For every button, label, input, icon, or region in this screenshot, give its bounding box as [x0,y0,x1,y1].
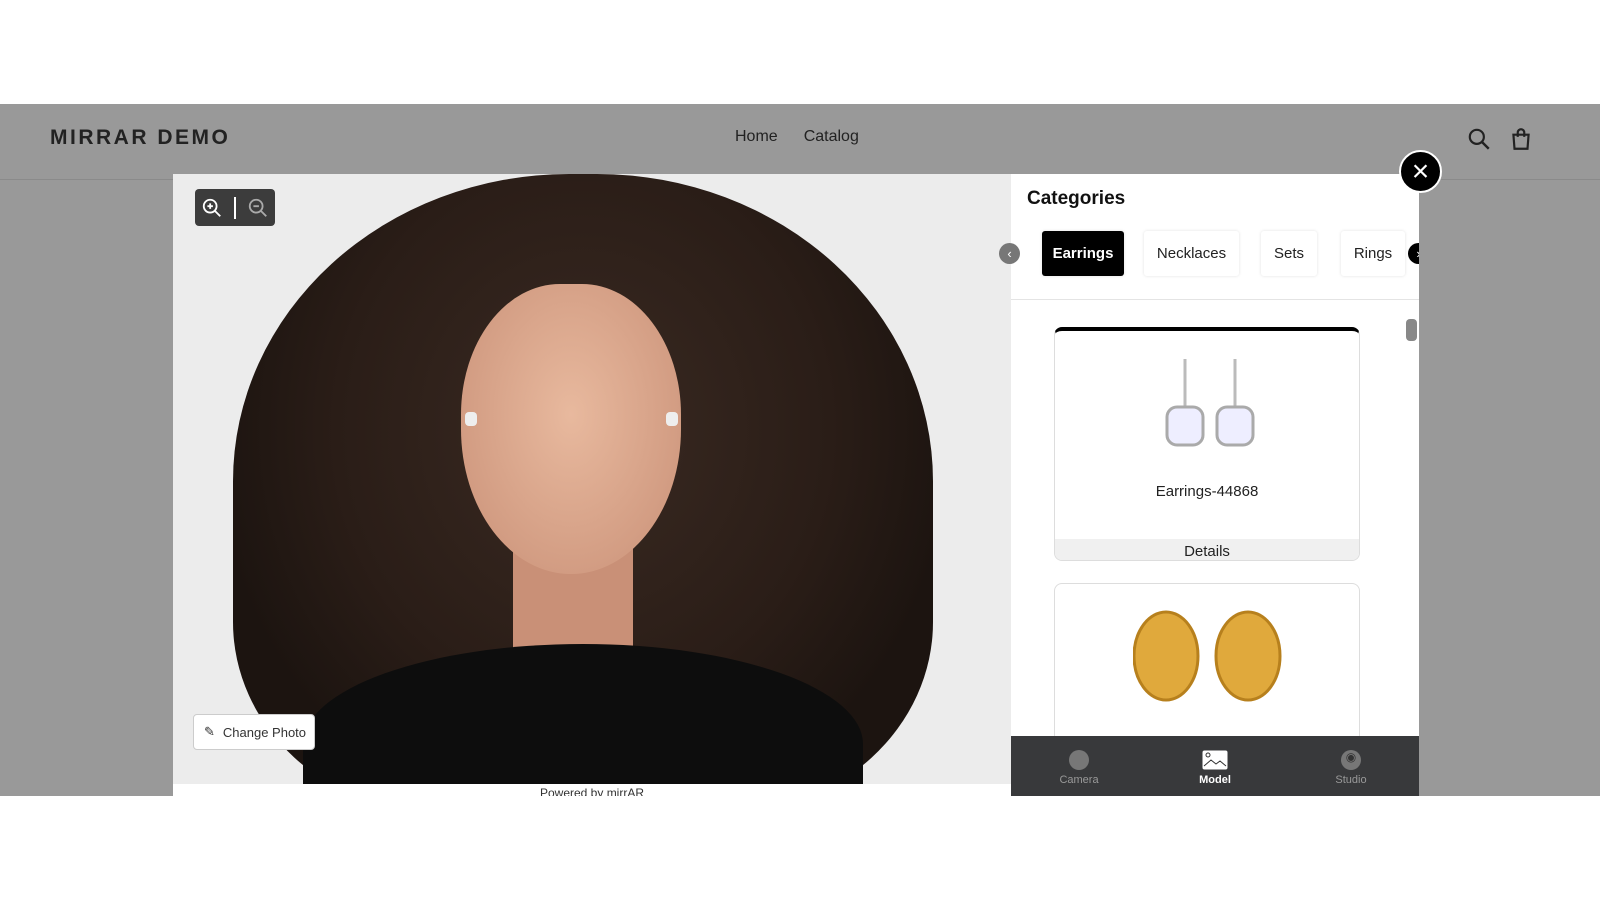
site-header: MIRRAR DEMO Home Catalog [0,104,1600,180]
nav-catalog[interactable]: Catalog [804,128,859,146]
brand-logo[interactable]: MIRRAR DEMO [50,126,230,150]
tab-rings[interactable]: Rings [1341,231,1405,276]
search-icon[interactable] [1466,126,1492,152]
jewelry-panel: Categories ‹ Earrings Necklaces Sets Rin… [999,174,1419,796]
mode-camera[interactable]: Camera [1029,736,1129,796]
close-button[interactable]: × [1399,150,1442,193]
camera-icon [1069,750,1089,770]
try-on-modal: ✎ Change Photo Powered by mirrAR Categor… [173,174,1419,796]
model-face [461,284,681,574]
mode-studio[interactable]: ◉ Studio [1301,736,1401,796]
nav-home[interactable]: Home [735,128,778,146]
change-photo-label: Change Photo [222,724,307,740]
categories-title: Categories [1027,188,1126,209]
mode-model[interactable]: Model [1165,736,1265,796]
tab-necklaces[interactable]: Necklaces [1144,231,1239,276]
product-card[interactable] [1054,583,1360,743]
close-icon: × [1411,154,1430,188]
earring-product-image [1165,359,1255,447]
details-button[interactable]: Details [1055,539,1359,560]
divider [233,196,236,219]
cart-icon[interactable] [1508,126,1534,152]
model-photo: ✎ Change Photo [173,174,1011,784]
pencil-icon: ✎ [204,724,215,739]
earring-left [465,412,477,426]
gold-earring-product-image [1133,610,1282,702]
tab-earrings[interactable]: Earrings [1042,231,1124,276]
product-list: Earrings-44868 Details [1011,299,1419,743]
change-photo-button[interactable]: ✎ Change Photo [193,714,315,750]
product-card[interactable]: Earrings-44868 Details [1054,327,1360,561]
main-nav: Home Catalog [735,128,859,146]
earring-right [666,412,678,426]
zoom-controls [195,189,275,226]
chevron-right-icon[interactable]: › [1408,243,1419,264]
image-icon [1202,750,1228,770]
chevron-left-icon[interactable]: ‹ [999,243,1020,264]
tab-sets[interactable]: Sets [1261,231,1317,276]
studio-icon: ◉ [1341,750,1361,770]
zoom-out-icon[interactable] [247,197,269,219]
mode-label: Model [1199,774,1231,786]
category-tabs: ‹ Earrings Necklaces Sets Rings › [999,231,1419,281]
powered-by: Powered by mirrAR [173,784,1011,796]
mode-label: Camera [1059,774,1099,786]
product-name: Earrings-44868 [1155,483,1259,500]
scrollbar-thumb[interactable] [1406,319,1417,341]
zoom-in-icon[interactable] [201,197,223,219]
mode-label: Studio [1335,774,1367,786]
mode-bar: Camera Model ◉ Studio [1011,736,1419,796]
